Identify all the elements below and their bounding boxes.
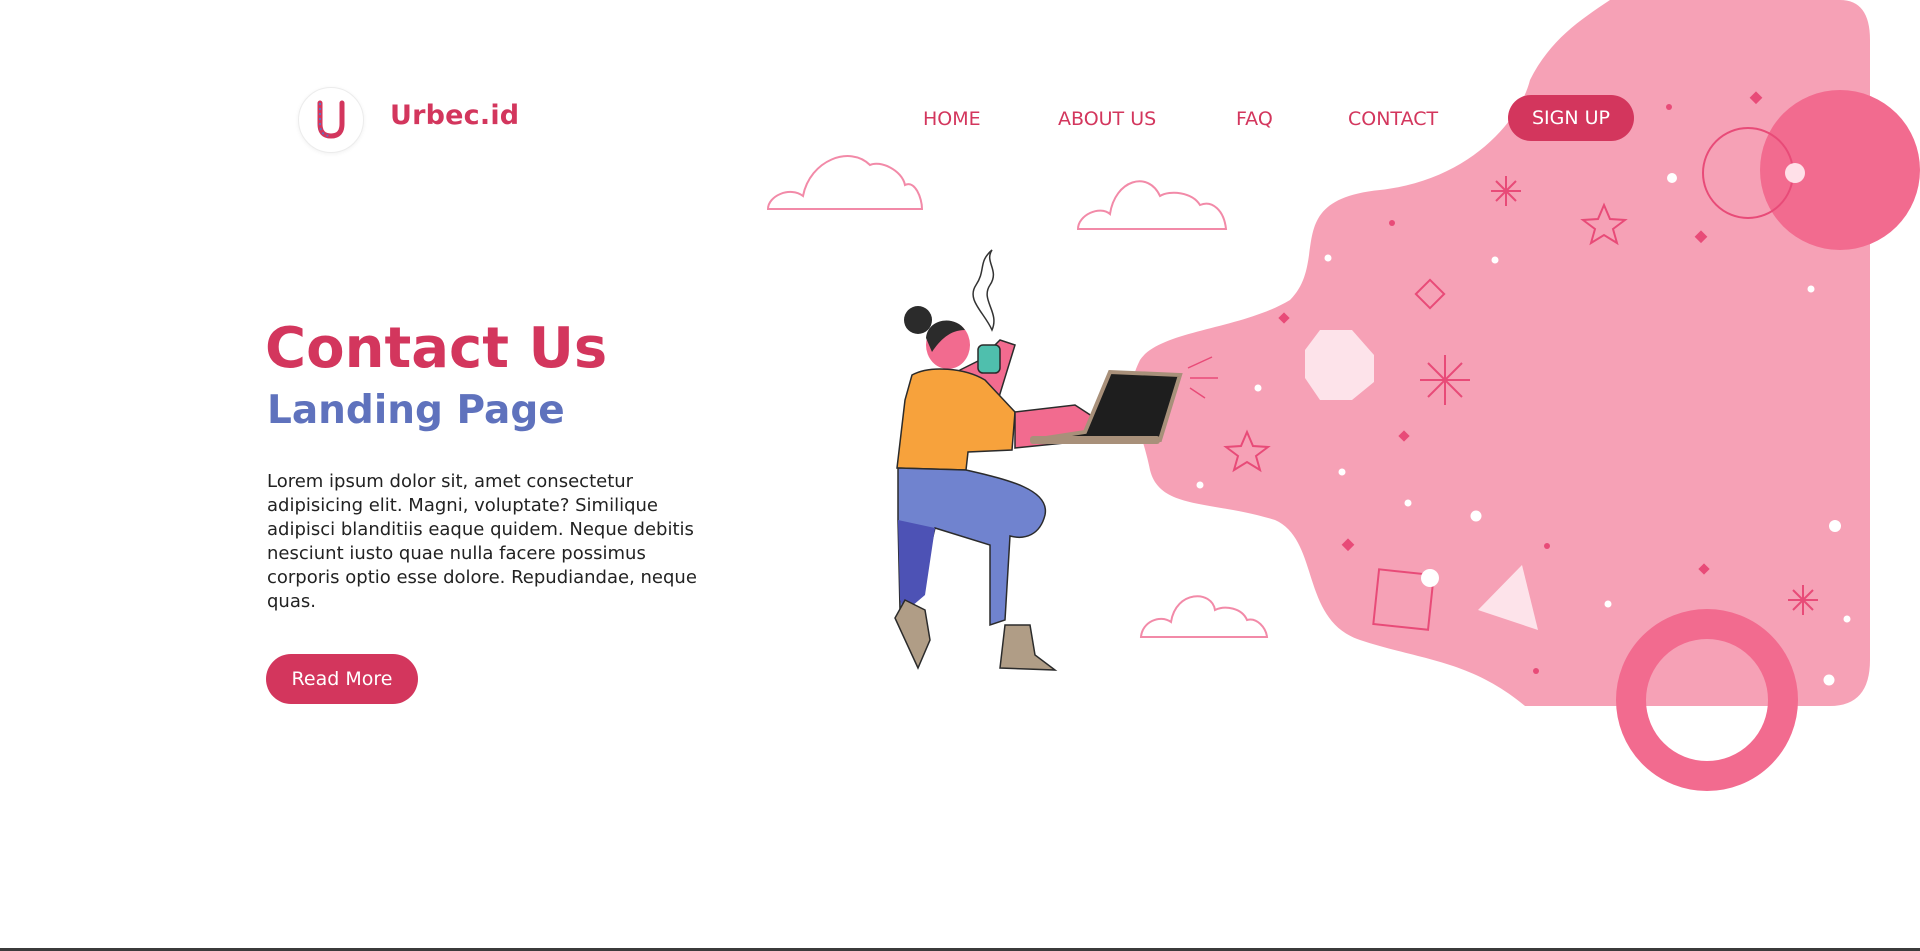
hero-title: Contact Us — [265, 316, 608, 381]
cloud-icon — [766, 155, 924, 210]
cloud-icon-2 — [1076, 180, 1228, 230]
brand-name[interactable]: Urbec.id — [390, 100, 519, 131]
nav-link-about-us[interactable]: ABOUT US — [1058, 108, 1156, 130]
hero-description: Lorem ipsum dolor sit, amet consectetur … — [267, 471, 697, 612]
cloud-icon-3 — [1139, 595, 1269, 638]
large-pink-circle — [1760, 90, 1920, 250]
read-more-button[interactable]: Read More — [266, 654, 418, 704]
nav-link-home[interactable]: HOME — [923, 108, 981, 130]
nav-link-contact[interactable]: CONTACT — [1348, 108, 1438, 130]
u-letter-logo-icon — [317, 100, 345, 139]
hero-subtitle: Landing Page — [267, 388, 565, 433]
logo[interactable] — [298, 87, 364, 153]
sign-up-button[interactable]: SIGN UP — [1508, 95, 1634, 141]
nav-link-faq[interactable]: FAQ — [1236, 108, 1273, 130]
